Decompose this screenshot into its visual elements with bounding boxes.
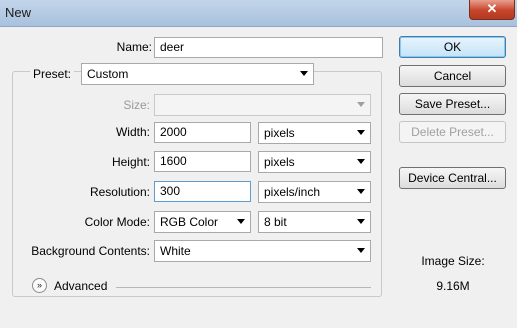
width-unit-value: pixels (264, 126, 295, 140)
height-unit-select[interactable]: pixels (258, 151, 371, 173)
save-preset-button[interactable]: Save Preset... (399, 93, 506, 115)
cancel-button[interactable]: Cancel (399, 65, 506, 87)
width-input[interactable]: 2000 (154, 122, 251, 143)
advanced-label[interactable]: Advanced (54, 279, 107, 293)
resolution-label: Resolution: (89, 185, 150, 199)
background-contents-select[interactable]: White (154, 240, 371, 262)
bit-depth-value: 8 bit (264, 215, 287, 229)
width-label: Width: (115, 125, 150, 139)
height-unit-value: pixels (264, 155, 295, 169)
chevron-down-icon (357, 189, 365, 194)
chevron-down-icon (357, 159, 365, 164)
resolution-unit-value: pixels/inch (264, 185, 321, 199)
image-size-value: 9.16M (436, 279, 470, 293)
size-select (154, 94, 371, 116)
chevron-down-icon (357, 130, 365, 135)
name-input[interactable]: deer (154, 37, 383, 58)
size-label: Size: (123, 98, 150, 112)
chevron-down-icon (237, 219, 245, 224)
dialog-body: Name: deer Preset: Custom Size: Width: 2… (6, 27, 511, 324)
background-contents-label: Background Contents: (31, 244, 150, 258)
color-mode-select[interactable]: RGB Color (154, 211, 251, 233)
height-input[interactable]: 1600 (154, 151, 251, 172)
color-mode-label: Color Mode: (84, 215, 150, 229)
delete-preset-button: Delete Preset... (399, 121, 506, 143)
bit-depth-select[interactable]: 8 bit (258, 211, 371, 233)
window-title: New (5, 5, 32, 20)
chevron-down-icon (357, 248, 365, 253)
image-size-label: Image Size: (421, 254, 485, 268)
ok-button[interactable]: OK (399, 36, 506, 58)
background-contents-value: White (160, 244, 191, 258)
chevron-down-icon (300, 71, 308, 76)
expand-advanced-icon[interactable]: » (32, 278, 47, 293)
preset-label: Preset: (30, 67, 75, 81)
chevron-down-icon (357, 102, 365, 107)
height-label: Height: (111, 155, 150, 169)
title-bar: New ✕ (0, 0, 517, 27)
preset-value: Custom (87, 67, 129, 81)
close-button[interactable]: ✕ (469, 0, 515, 20)
chevron-down-icon (357, 219, 365, 224)
close-icon: ✕ (486, 1, 498, 16)
color-mode-value: RGB Color (160, 215, 219, 229)
width-unit-select[interactable]: pixels (258, 122, 371, 144)
name-label: Name: (116, 40, 152, 54)
resolution-unit-select[interactable]: pixels/inch (258, 181, 371, 203)
preset-select[interactable]: Custom (81, 63, 314, 85)
resolution-input[interactable]: 300 (154, 181, 251, 202)
advanced-divider (116, 287, 371, 288)
device-central-button[interactable]: Device Central... (399, 167, 506, 189)
